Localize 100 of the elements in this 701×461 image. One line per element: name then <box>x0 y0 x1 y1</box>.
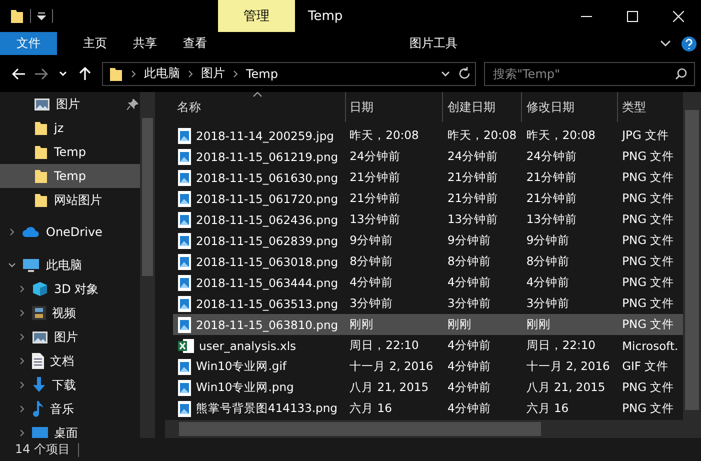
scrollbar[interactable] <box>165 420 701 438</box>
column-header[interactable]: 修改日期 <box>521 92 618 122</box>
context-tab[interactable]: 管理 <box>218 0 295 32</box>
pictures-icon <box>32 330 48 344</box>
ribbon-tab[interactable]: 共享 <box>133 32 157 55</box>
sidebar-item[interactable]: 网站图片 <box>0 188 140 212</box>
table-cell-text: 4分钟前 <box>446 359 492 374</box>
column-header[interactable]: 创建日期 <box>442 92 522 122</box>
table-cell-text: Microsoft. <box>621 338 680 352</box>
search-icon[interactable] <box>675 68 687 80</box>
ribbon-tab[interactable]: 查看 <box>183 32 207 55</box>
help-icon[interactable] <box>681 36 697 52</box>
file-menu-button[interactable]: 文件 <box>0 32 57 55</box>
table-cell-text: 周日，22:10 <box>525 338 596 353</box>
chevron-icon[interactable] <box>660 40 671 48</box>
sidebar-item[interactable]: Temp <box>0 164 140 188</box>
sidebar-item[interactable]: 音乐 <box>0 397 140 421</box>
table-cell-text: 六月 16 <box>525 401 570 416</box>
dropdown-icon[interactable] <box>441 70 450 76</box>
file-row[interactable]: user_analysis.xls 周日，22:10 4分钟前 周日，22:10 Microsoft. <box>173 335 683 356</box>
sidebar-item[interactable]: 文档 <box>0 349 140 373</box>
breadcrumb[interactable]: Temp <box>246 66 278 80</box>
maximize-icon <box>626 10 638 22</box>
refresh-icon[interactable] <box>458 67 471 80</box>
chevron-icon[interactable] <box>18 333 26 341</box>
file-row[interactable]: 2018-11-15_062436.png 13分钟前 13分钟前 13分钟前 PNG 文件 <box>173 209 683 230</box>
chevron-icon[interactable] <box>131 70 136 78</box>
image-file-icon <box>178 232 191 248</box>
dropdown-icon[interactable] <box>37 12 46 20</box>
folder-icon <box>34 168 48 184</box>
table-cell-text: 3分钟前 <box>446 296 492 311</box>
column-header[interactable]: 名称 <box>165 92 345 122</box>
file-row[interactable]: 2018-11-15_063810.png 刚刚 刚刚 刚刚 PNG 文件 <box>173 314 683 335</box>
file-name: 2018-11-15_063513.png <box>173 296 345 312</box>
table-cell-text: 4分钟前 <box>446 275 492 290</box>
chevron-icon[interactable] <box>233 70 238 78</box>
sidebar-item[interactable]: 3D 对象 <box>0 277 140 301</box>
scrollbar[interactable] <box>683 92 701 420</box>
file-row[interactable]: 2018-11-15_063513.png 3分钟前 3分钟前 3分钟前 PNG 文件 <box>173 293 683 314</box>
chevron-icon[interactable] <box>188 70 193 78</box>
separator <box>52 9 53 23</box>
breadcrumb[interactable]: 图片 <box>201 65 225 82</box>
file-row[interactable]: 2018-11-14_200259.jpg 昨天，20:08 昨天，20:08 昨天，20:08 JPG 文件 <box>173 125 683 146</box>
file-row[interactable]: Win10专业网.gif 十一月 2, 2016 4分钟前 十一月 2, 2016 GIF 文件 <box>173 356 683 377</box>
sidebar-item[interactable]: 图片 <box>0 92 140 116</box>
sidebar-item[interactable]: 下载 <box>0 373 140 397</box>
file-name: 2018-11-15_062839.png <box>173 232 345 248</box>
column-header[interactable]: 日期 <box>344 92 442 122</box>
item-count: 14 个项目 <box>15 441 70 458</box>
table-cell-text: 4分钟前 <box>446 380 492 395</box>
table-cell-text: PNG 文件 <box>621 170 676 185</box>
sidebar-item[interactable]: jz <box>0 116 140 140</box>
sidebar-item[interactable]: Temp <box>0 140 140 164</box>
file-row[interactable]: 2018-11-15_063018.png 8分钟前 8分钟前 8分钟前 PNG 文件 <box>173 251 683 272</box>
file-row[interactable]: 2018-11-15_061720.png 21分钟前 21分钟前 21分钟前 PNG 文件 <box>173 188 683 209</box>
table-cell-text: 13分钟前 <box>348 212 402 227</box>
file-name: 2018-11-15_062436.png <box>173 212 345 228</box>
table-cell-text: PNG 文件 <box>621 296 676 311</box>
table-cell-text: 4分钟前 <box>348 275 394 290</box>
address-bar[interactable]: 此电脑 图片 Temp <box>102 62 476 86</box>
file-row[interactable]: 2018-11-15_061219.png 24分钟前 24分钟前 24分钟前 PNG 文件 <box>173 146 683 167</box>
file-row[interactable]: 2018-11-15_063444.png 4分钟前 4分钟前 4分钟前 PNG 文件 <box>173 272 683 293</box>
table-cell-text: 昨天，20:08 <box>348 128 420 143</box>
file-row[interactable]: Win10专业网.png 八月 21, 2015 4分钟前 八月 21, 2015 PNG 文件 <box>173 377 683 398</box>
image-file-icon <box>178 190 191 206</box>
chevron-icon[interactable] <box>18 429 26 437</box>
sidebar-item[interactable]: 桌面 <box>0 421 140 438</box>
table-cell-text: 8分钟前 <box>446 254 492 269</box>
search-field[interactable]: 搜索"Temp" <box>484 62 695 86</box>
file-row[interactable]: 2018-11-15_062839.png 9分钟前 9分钟前 9分钟前 PNG 文件 <box>173 230 683 251</box>
sidebar-item[interactable]: 视频 <box>0 301 140 325</box>
scrollbar[interactable] <box>140 92 155 438</box>
folder-icon <box>34 144 48 160</box>
image-file-icon <box>178 148 191 164</box>
table-cell-text: 八月 21, 2015 <box>525 380 606 395</box>
file-name: 2018-11-15_061219.png <box>173 148 345 164</box>
pin-icon[interactable] <box>127 98 138 110</box>
chevron-icon[interactable] <box>18 357 26 365</box>
image-file-icon <box>178 380 191 396</box>
chevron-icon[interactable] <box>18 405 26 413</box>
chevron-icon[interactable] <box>8 261 16 269</box>
breadcrumb[interactable]: 此电脑 <box>144 65 180 82</box>
folder-icon <box>10 8 24 24</box>
table-cell-text: 24分钟前 <box>525 149 578 164</box>
file-name: 2018-11-15_061630.png <box>173 170 345 186</box>
file-row[interactable]: 2018-11-15_061630.png 21分钟前 21分钟前 21分钟前 PNG 文件 <box>173 167 683 188</box>
file-row[interactable]: 熊掌号背景图414133.png 六月 16 4分钟前 六月 16 PNG 文件 <box>173 398 683 419</box>
sidebar-item[interactable]: 此电脑 <box>0 253 140 277</box>
ribbon-tab[interactable]: 主页 <box>83 32 107 55</box>
chevron-icon[interactable] <box>18 381 26 389</box>
sidebar-item[interactable]: 图片 <box>0 325 140 349</box>
ribbon-tab[interactable]: 图片工具 <box>395 32 472 55</box>
sidebar-item[interactable]: OneDrive <box>0 220 140 244</box>
table-cell-text: 4分钟前 <box>446 401 492 416</box>
file-name: 2018-11-15_063018.png <box>173 254 345 270</box>
chevron-icon[interactable] <box>8 228 16 236</box>
table-cell-text: 刚刚 <box>525 317 552 332</box>
chevron-icon[interactable] <box>18 285 26 293</box>
chevron-icon[interactable] <box>18 309 26 317</box>
cube-icon <box>32 281 48 297</box>
